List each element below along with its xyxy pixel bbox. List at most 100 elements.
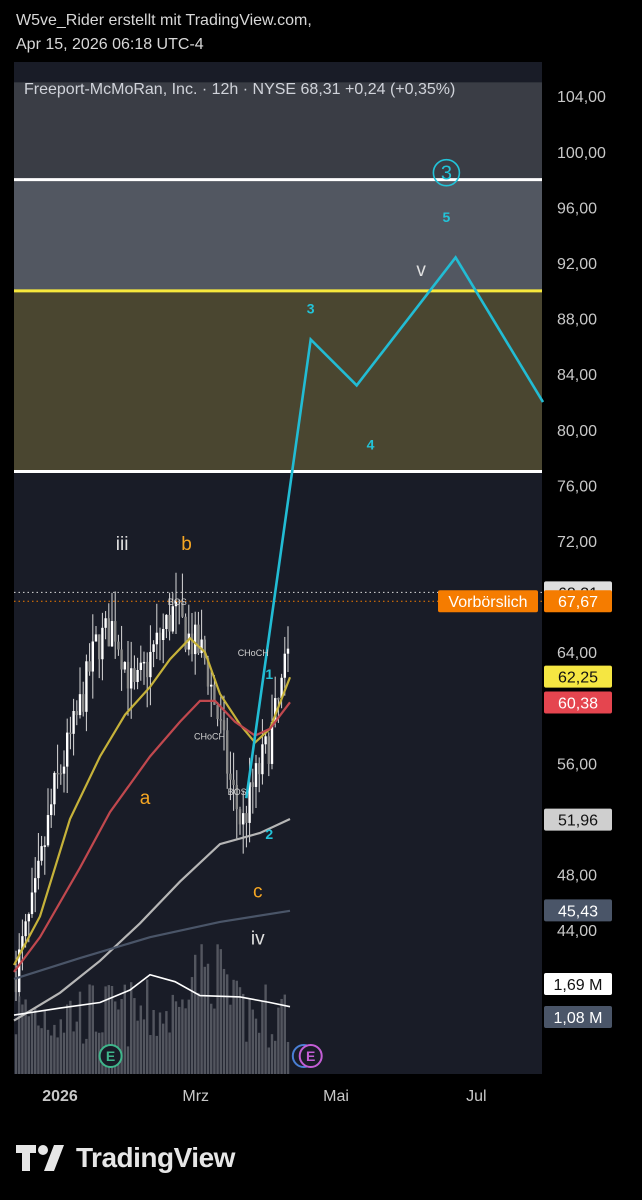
candle-body: [123, 662, 126, 670]
volume-bar: [165, 1011, 168, 1074]
volume-bar: [277, 1007, 280, 1074]
price-zone: [14, 290, 542, 472]
volume-bar: [264, 984, 267, 1074]
candle-body: [254, 763, 258, 787]
price-label: 67,67: [558, 594, 598, 611]
candle-body: [232, 779, 235, 786]
candle-body: [197, 624, 200, 654]
structure-label: CHoCH: [238, 648, 269, 658]
y-tick-label: 80,00: [557, 423, 597, 440]
candle-body: [190, 633, 194, 655]
price-label: 62,25: [558, 670, 598, 687]
volume-bar: [155, 1035, 158, 1074]
volume-bar: [238, 987, 242, 1074]
volume-bar: [162, 1023, 165, 1074]
tradingview-logo-icon: [16, 1145, 64, 1171]
y-tick-label: 64,00: [557, 645, 597, 662]
volume-bar: [146, 979, 149, 1074]
volume-bar: [174, 1001, 178, 1074]
volume-bar: [248, 999, 251, 1074]
volume-bar: [75, 1021, 78, 1074]
volume-bar: [210, 1003, 213, 1074]
candle-body: [114, 621, 117, 642]
candle-body: [264, 736, 267, 745]
volume-bar: [88, 984, 91, 1074]
volume-bar: [24, 999, 27, 1074]
y-tick-label: 72,00: [557, 534, 597, 551]
candle-body: [286, 648, 290, 654]
volume-bar: [85, 1038, 88, 1074]
candle-body: [50, 804, 53, 816]
candle-body: [219, 719, 222, 721]
candle-body: [251, 782, 254, 787]
price-label: 45,43: [558, 903, 598, 920]
volume-bar: [72, 1031, 75, 1074]
wave-label: c: [253, 881, 263, 902]
wave-label: a: [140, 788, 151, 809]
volume-bar: [197, 992, 200, 1074]
candle-body: [136, 669, 139, 683]
candle-body: [283, 653, 286, 678]
wave-label: 3: [307, 301, 315, 317]
volume-bar: [43, 1009, 46, 1074]
candle-body: [53, 772, 56, 805]
volume-bar: [27, 1016, 30, 1074]
candle-body: [130, 668, 133, 689]
chart-title: Freeport-McMoRan, Inc. · 12h · NYSE 68,3…: [24, 81, 455, 98]
candle-body: [242, 813, 245, 825]
candle-body: [171, 606, 174, 632]
volume-bar: [149, 1035, 152, 1074]
candle-body: [91, 641, 94, 672]
structure-label: BOS: [228, 787, 247, 797]
volume-bar: [267, 1047, 270, 1074]
header-timestamp: Apr 15, 2026 06:18 UTC-4: [16, 36, 204, 53]
candle-body: [46, 815, 50, 846]
wave-label: iii: [116, 534, 129, 555]
volume-bar: [181, 999, 184, 1074]
candle-body: [14, 978, 18, 993]
volume-bar: [142, 1019, 146, 1074]
structure-label: BOS: [168, 597, 187, 607]
candle-body: [258, 763, 261, 775]
volume-bar: [171, 994, 174, 1074]
candle-body: [107, 618, 110, 647]
volume-bar: [184, 1008, 187, 1074]
volume-bar: [78, 991, 82, 1074]
candle-body: [133, 668, 136, 683]
volume-bar: [213, 1008, 216, 1074]
candle-body: [88, 661, 91, 672]
candle-body: [158, 632, 162, 641]
y-tick-label: 48,00: [557, 868, 597, 885]
volume-bar: [34, 1008, 37, 1074]
candle-body: [98, 634, 101, 660]
price-chart[interactable]: 104,00 100,00 96,00 92,00 88,00 84,00 80,00 76,…: [0, 62, 642, 1118]
volume-bar: [254, 1018, 258, 1074]
candle-body: [34, 878, 37, 893]
volume-bar: [139, 1005, 142, 1074]
volume-bar: [168, 1032, 171, 1074]
volume-bar: [130, 982, 133, 1074]
volume-bar: [219, 949, 222, 1074]
volume-bar: [178, 1006, 181, 1074]
price-label: Vorbörslich: [448, 594, 527, 611]
price-label: 60,38: [558, 696, 598, 713]
candle-body: [69, 732, 72, 735]
volume-bar: [200, 944, 203, 1074]
volume-bar: [30, 1013, 34, 1074]
volume-bar: [18, 996, 21, 1074]
candle-body: [162, 628, 165, 641]
candle-body: [30, 892, 34, 915]
candle-body: [210, 684, 213, 687]
volume-bar: [126, 1046, 130, 1074]
candle-body: [267, 736, 270, 764]
volume-bar: [56, 1037, 59, 1074]
candle-body: [277, 698, 280, 700]
candle-body: [40, 846, 43, 861]
volume-bar: [229, 1004, 232, 1074]
volume-bar: [222, 968, 226, 1074]
tradingview-logo: TradingView: [16, 1138, 235, 1178]
volume-bar: [258, 1032, 261, 1074]
candle-body: [66, 732, 69, 767]
candle-body: [59, 773, 62, 775]
volume-bar: [251, 1009, 254, 1074]
